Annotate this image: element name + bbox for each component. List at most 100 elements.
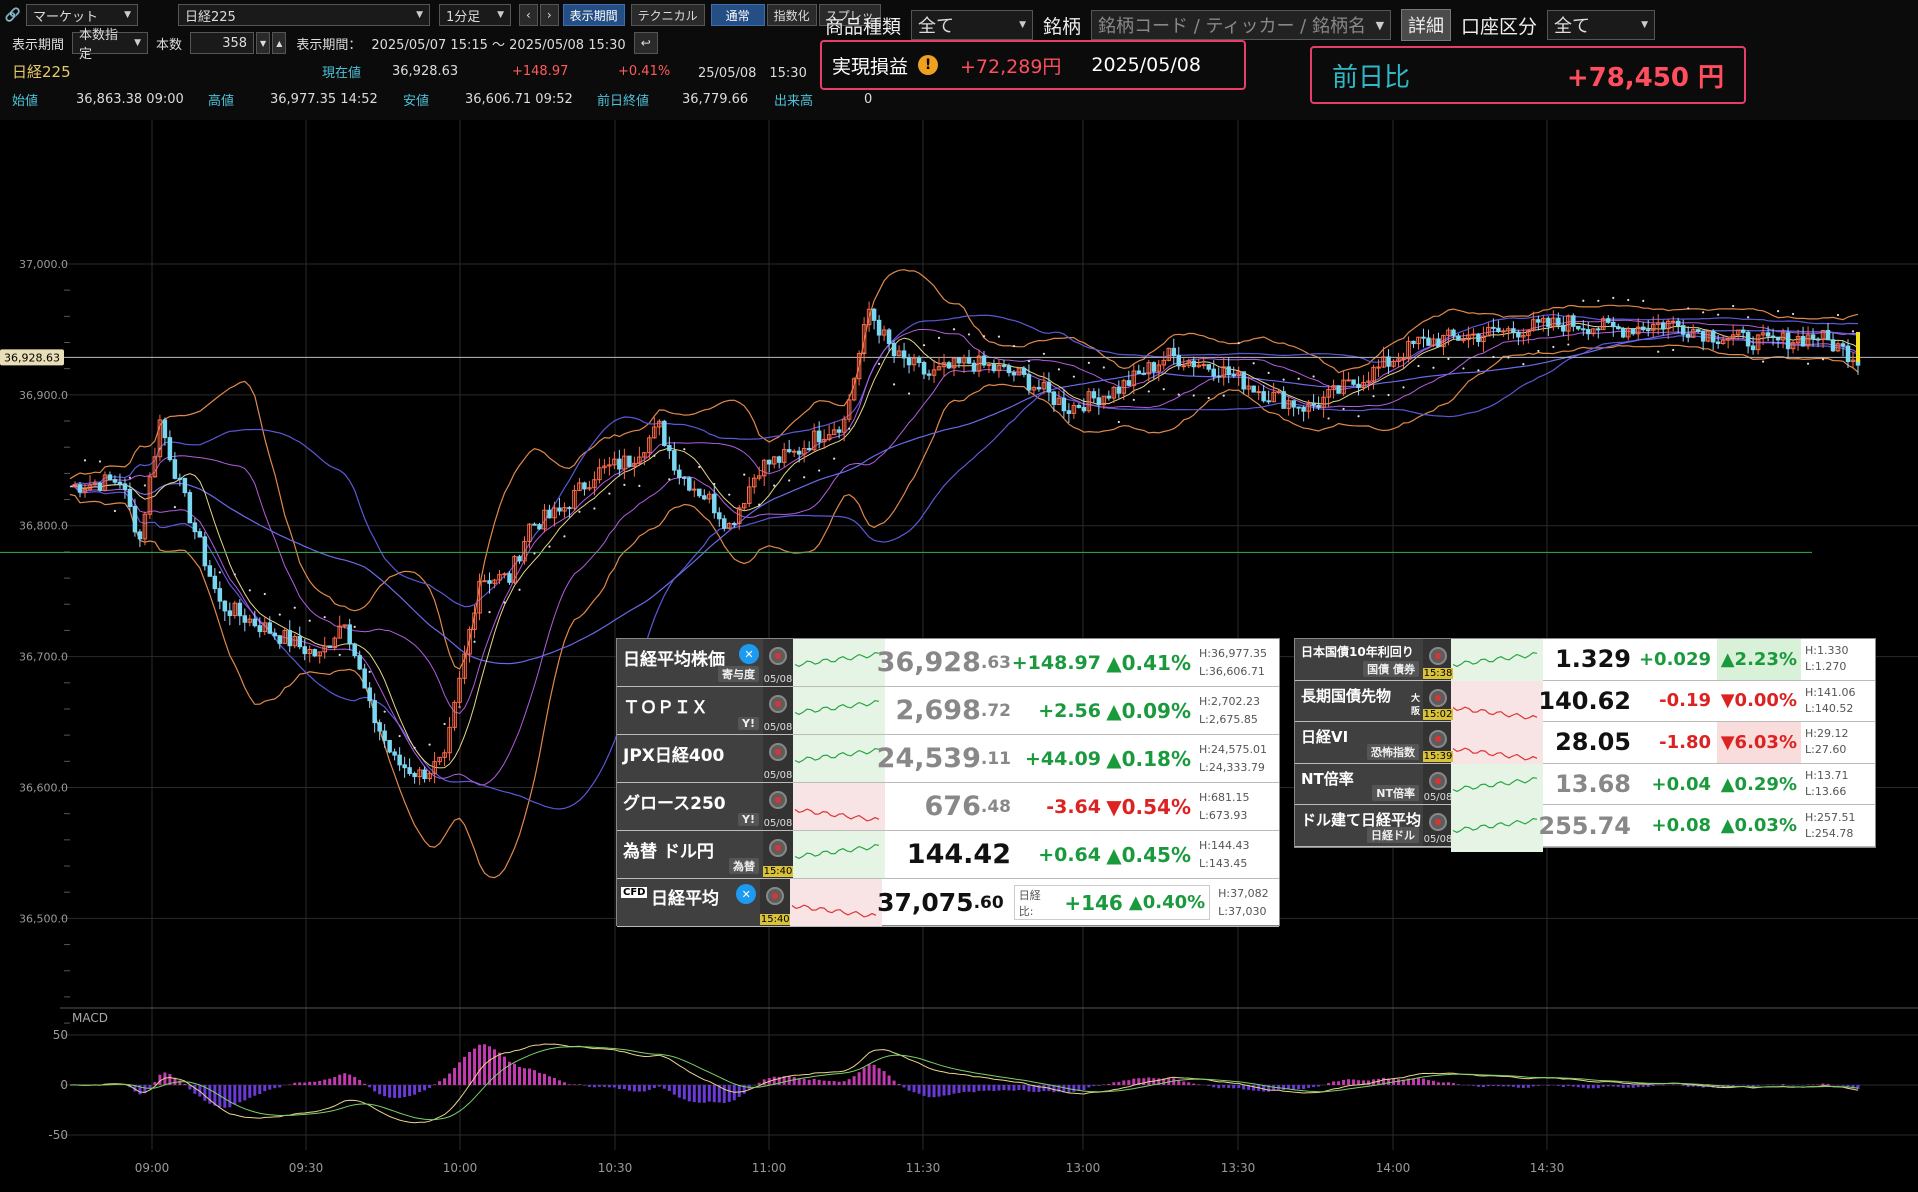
- interval-select[interactable]: 1分足 ▼: [439, 4, 511, 26]
- quote-sub-button[interactable]: 日経ドル: [1367, 826, 1419, 843]
- quote-row[interactable]: 日経VI 恐怖指数 15:39 28.05 -1.80 ▼6.03% H:29.12 L:27…: [1295, 722, 1875, 770]
- quote-name-cell[interactable]: 為替 ドル円 為替: [617, 831, 763, 878]
- product-select[interactable]: 全て ▼: [911, 10, 1034, 40]
- reset-icon[interactable]: ↩: [633, 32, 658, 54]
- quote-high: H:29.12: [1805, 727, 1849, 741]
- cfd-name-cell[interactable]: CFD 日経平均 ✕: [617, 879, 761, 926]
- cfd-row[interactable]: CFD 日経平均 ✕ 15:40 37,075.60 日経比: +146 ▲0.40% H:37…: [617, 879, 1279, 927]
- quote-row[interactable]: グロース250 Y! 05/08 676.48 -3.64 ▼0.54% H:681.15 L…: [617, 783, 1279, 831]
- sar-dot: [1672, 348, 1675, 352]
- candle-body: [1421, 336, 1426, 339]
- quote-sub-button[interactable]: Y!: [738, 813, 759, 826]
- period-button[interactable]: 表示期間: [562, 4, 625, 26]
- quote-sub-button[interactable]: 恐怖指数: [1367, 743, 1419, 760]
- macd-bar: [592, 1085, 596, 1088]
- quote-name-cell[interactable]: ＴＯＰＩＸ Y!: [617, 687, 763, 734]
- prev-button[interactable]: ‹: [519, 4, 538, 26]
- macd-bar: [647, 1085, 651, 1090]
- candle-body: [1241, 371, 1246, 390]
- sar-dot: [1402, 386, 1405, 389]
- quote-row[interactable]: JPX日経400 05/08 24,539.11 +44.09 ▲0.18% H:24,5…: [617, 735, 1279, 783]
- candle-body: [1621, 328, 1626, 338]
- candle-body: [177, 477, 183, 480]
- x-icon[interactable]: ✕: [736, 884, 757, 904]
- quote-row[interactable]: 日本国債10年利回り 国債 債券 15:38 1.329 +0.029 ▲2.23% H:1…: [1295, 639, 1875, 686]
- sar-dot: [278, 613, 281, 616]
- price-tick-label: 37,000.0: [19, 258, 68, 271]
- macd-bar: [817, 1079, 821, 1085]
- candle-body: [692, 488, 697, 491]
- quote-sub-button[interactable]: 国債 債券: [1363, 660, 1419, 677]
- macd-bar: [1661, 1085, 1665, 1086]
- quote-row[interactable]: ＴＯＰＩＸ Y! 05/08 2,698.72 +2.56 ▲0.09% H:2,702.2…: [617, 687, 1279, 735]
- market-flag-icon: 05/08: [1423, 763, 1453, 805]
- candle-body: [766, 459, 772, 465]
- sar-dot: [1582, 299, 1585, 302]
- quote-name-cell[interactable]: ドル建て日経平均 日経ドル: [1295, 805, 1423, 846]
- warning-icon[interactable]: !: [918, 55, 939, 75]
- quote-row[interactable]: ドル建て日経平均 日経ドル 05/08 255.74 +0.08 ▲0.03% H:257.…: [1295, 805, 1875, 853]
- instrument-name: 日経225: [12, 62, 71, 81]
- quote-sub-button[interactable]: NT倍率: [1372, 785, 1419, 802]
- link-icon[interactable]: 🔗: [0, 8, 26, 23]
- count-stepper[interactable]: ▼: [256, 32, 271, 54]
- candle-body: [1471, 333, 1476, 336]
- quote-row[interactable]: NT倍率 NT倍率 05/08 13.68 +0.04 ▲0.29% H:13.71 L:13…: [1295, 763, 1875, 811]
- price-tick-label: 36,700.0: [19, 651, 68, 664]
- candle-body: [1770, 335, 1776, 338]
- macd-bar: [1342, 1079, 1346, 1085]
- quote-row[interactable]: 為替 ドル円 為替 15:40 144.42 +0.64 ▲0.45% H:144.43 L:…: [617, 831, 1279, 879]
- macd-bar: [1581, 1085, 1585, 1088]
- sar-dot: [1417, 364, 1420, 368]
- source-select[interactable]: マーケット ▼: [26, 4, 138, 26]
- quote-row[interactable]: 日経平均株価 ✕ 寄与度 05/08 36,928.63 +148.97 ▲0.41% H:3…: [617, 639, 1279, 687]
- detail-button[interactable]: 詳細: [1401, 9, 1452, 41]
- quote-name-cell[interactable]: 長期国債先物 大阪: [1295, 680, 1423, 722]
- quote-date: 05/08: [1423, 792, 1453, 804]
- quote-name-cell[interactable]: グロース250 Y!: [617, 783, 763, 830]
- macd-bar: [667, 1085, 671, 1091]
- x-icon[interactable]: ✕: [739, 644, 759, 664]
- quote-sub-button[interactable]: 為替: [729, 858, 759, 874]
- candle-body: [1276, 391, 1281, 394]
- candle-body: [1606, 318, 1611, 323]
- candle-body: [1266, 400, 1271, 403]
- symbol-select[interactable]: 日経225 ▼: [178, 4, 430, 26]
- count-input[interactable]: 358: [190, 32, 255, 54]
- count-stepper-up[interactable]: ▲: [272, 32, 287, 54]
- quote-pct: ▲0.41%: [1106, 650, 1191, 675]
- quote-name-cell[interactable]: 日経平均株価 ✕ 寄与度: [617, 639, 763, 686]
- macd-bar: [702, 1085, 706, 1103]
- period-mode-select[interactable]: 本数指定 ▼: [72, 28, 149, 62]
- sar-dot: [143, 484, 147, 487]
- quote-name-cell[interactable]: NT倍率 NT倍率: [1295, 763, 1423, 805]
- chevron-down-icon: ▼: [497, 10, 504, 20]
- quote-name-cell[interactable]: JPX日経400: [617, 735, 763, 782]
- quote-name-cell[interactable]: 日経VI 恐怖指数: [1295, 722, 1423, 763]
- normal-button[interactable]: 通常: [710, 4, 765, 26]
- macd-bar: [268, 1085, 272, 1090]
- market-flag-icon: 15:40: [763, 831, 793, 878]
- sparkline-cell: [793, 687, 885, 734]
- macd-bar: [338, 1074, 342, 1085]
- technical-button[interactable]: テクニカル: [630, 4, 705, 26]
- quote-value-dec: .72: [980, 700, 1011, 721]
- quote-sub-button[interactable]: 寄与度: [718, 666, 759, 682]
- search-input[interactable]: 銘柄コード / ティッカー / 銘柄名 ▼: [1091, 10, 1392, 40]
- realized-pnl-label: 実現損益: [832, 55, 909, 78]
- index-button[interactable]: 指数化: [766, 4, 817, 26]
- candle-body: [712, 493, 717, 514]
- candle-body: [252, 618, 258, 627]
- quote-name-cell[interactable]: 日本国債10年利回り 国債 債券: [1295, 639, 1423, 680]
- candle-body: [1301, 407, 1306, 412]
- candle-body: [367, 687, 372, 702]
- chevron-down-icon: ▼: [134, 38, 142, 48]
- candle-body: [1815, 338, 1821, 341]
- quote-sub-button[interactable]: Y!: [738, 717, 759, 730]
- macd-bar: [388, 1085, 392, 1098]
- next-button[interactable]: ›: [539, 4, 559, 26]
- macd-bar: [882, 1071, 886, 1085]
- account-select[interactable]: 全て ▼: [1547, 10, 1656, 40]
- quote-date: 05/08: [1423, 833, 1453, 845]
- quote-row[interactable]: 長期国債先物 大阪 15:02 140.62 -0.19 ▼0.00% H:141.06 L:…: [1295, 680, 1875, 728]
